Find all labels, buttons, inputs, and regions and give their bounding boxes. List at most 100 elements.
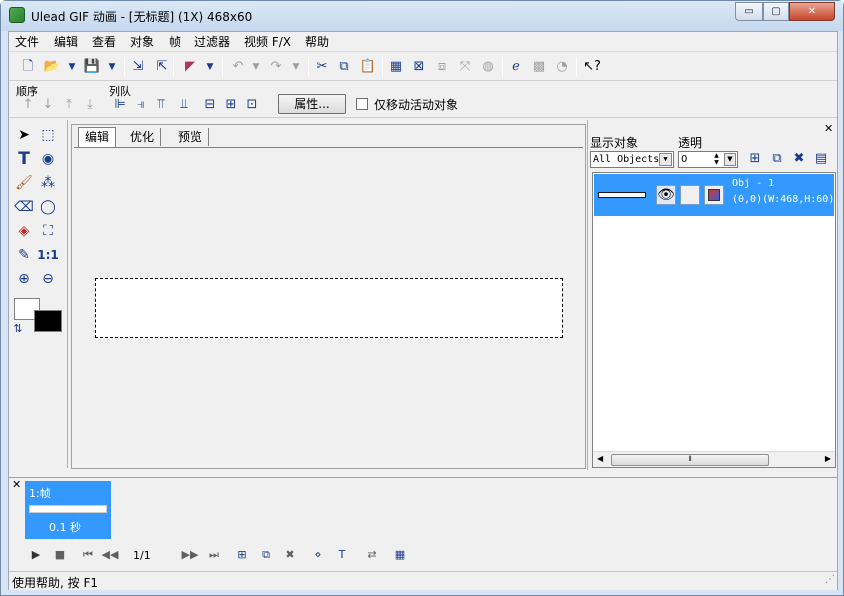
redo-icon[interactable]: ↷ bbox=[267, 58, 285, 76]
scrollbar-thumb[interactable]: ⦀ bbox=[611, 454, 769, 466]
tab-preview[interactable]: 预览 bbox=[172, 128, 210, 146]
duplicate-frame-icon[interactable]: ⧉ bbox=[257, 546, 275, 564]
import-icon[interactable]: ⇲ bbox=[129, 58, 147, 76]
center-vertical-icon[interactable]: ⊟ bbox=[201, 96, 219, 114]
redo-dropdown-icon[interactable]: ▼ bbox=[287, 58, 305, 76]
chevron-down-icon[interactable]: ▼ bbox=[659, 153, 672, 166]
resize-icon[interactable]: ⤧ bbox=[456, 58, 474, 76]
save-dropdown-icon[interactable]: ▼ bbox=[103, 58, 121, 76]
help-pointer-icon[interactable]: ↖? bbox=[583, 58, 601, 76]
send-backward-icon[interactable]: ↓ bbox=[39, 96, 57, 114]
text-tool-icon[interactable]: T bbox=[13, 148, 35, 170]
marquee-tool-icon[interactable]: ⬚ bbox=[37, 124, 59, 146]
first-frame-icon[interactable]: ⏮ bbox=[79, 546, 97, 564]
scroll-left-icon[interactable]: ◀ bbox=[597, 454, 603, 463]
actual-size-icon[interactable]: 1:1 bbox=[37, 244, 59, 266]
new-file-icon[interactable]: 🗋 bbox=[19, 58, 37, 76]
properties-button[interactable]: 属性... bbox=[278, 94, 346, 114]
export-icon[interactable]: ⇱ bbox=[153, 58, 171, 76]
color-tool-icon[interactable]: ◤ bbox=[181, 58, 199, 76]
paste-icon[interactable]: 📋 bbox=[359, 58, 377, 76]
delete-object-icon[interactable]: ✖ bbox=[790, 150, 808, 168]
reverse-frames-icon[interactable]: ⇄ bbox=[363, 546, 381, 564]
scroll-right-icon[interactable]: ▶ bbox=[825, 454, 831, 463]
align-top-icon[interactable]: ⫪ bbox=[152, 96, 170, 114]
previous-frame-icon[interactable]: ◀◀ bbox=[101, 546, 119, 564]
object-properties-icon[interactable]: ▤ bbox=[812, 150, 830, 168]
center-both-icon[interactable]: ⊡ bbox=[243, 96, 261, 114]
close-frame-panel-icon[interactable]: ✕ bbox=[12, 478, 21, 491]
title-bar[interactable]: Ulead GIF 动画 - [无标题] (1X) 468x60 ▭ ▢ ✕ bbox=[1, 1, 843, 31]
stop-icon[interactable]: ■ bbox=[51, 546, 69, 564]
swap-colors-icon[interactable]: ⇅ bbox=[11, 318, 25, 340]
zoom-out-icon[interactable]: ⊖ bbox=[37, 268, 59, 290]
tween-icon[interactable]: ⋄ bbox=[309, 546, 327, 564]
lock-toggle[interactable] bbox=[680, 185, 700, 205]
duplicate-icon[interactable]: ⧈ bbox=[433, 58, 451, 76]
color-dropdown-icon[interactable]: ▼ bbox=[201, 58, 219, 76]
menu-edit[interactable]: 编辑 bbox=[54, 34, 78, 50]
play-icon[interactable]: ▶ bbox=[27, 546, 45, 564]
undo-icon[interactable]: ↶ bbox=[229, 58, 247, 76]
zoom-in-icon[interactable]: ⊕ bbox=[13, 268, 35, 290]
tab-optimize[interactable]: 优化 bbox=[124, 128, 162, 146]
object-row[interactable]: 👁 Obj - 1 (0,0)(W:468,H:60) bbox=[594, 174, 834, 216]
menu-filter[interactable]: 过滤器 bbox=[194, 34, 230, 50]
transparency-stepper[interactable]: 0 ▲ ▼ ▼ bbox=[678, 151, 738, 168]
delete-frame-icon[interactable]: ✖ bbox=[281, 546, 299, 564]
eyedropper-tool-icon[interactable]: ✎ bbox=[13, 244, 35, 266]
menu-video-fx[interactable]: 视频 F/X bbox=[244, 34, 291, 50]
pick-tool-icon[interactable]: ➤ bbox=[13, 124, 35, 146]
next-frame-icon[interactable]: ▶▶ bbox=[181, 546, 199, 564]
close-panel-icon[interactable]: ✕ bbox=[824, 122, 833, 135]
bring-forward-icon[interactable]: ↑ bbox=[19, 96, 37, 114]
frame-properties-icon[interactable]: ▦ bbox=[387, 58, 405, 76]
align-left-icon[interactable]: ⊫ bbox=[111, 96, 129, 114]
align-bottom-icon[interactable]: ⫫ bbox=[175, 96, 193, 114]
close-button[interactable]: ✕ bbox=[789, 2, 835, 21]
menu-help[interactable]: 帮助 bbox=[305, 34, 329, 50]
delete-frame-icon[interactable]: ⊠ bbox=[410, 58, 428, 76]
chevron-down-icon[interactable]: ▼ bbox=[724, 153, 736, 166]
open-folder-icon[interactable]: 📂 bbox=[43, 58, 61, 76]
eraser-tool-icon[interactable]: ⌫ bbox=[13, 196, 35, 218]
bring-front-icon[interactable]: ⤒ bbox=[60, 96, 78, 114]
menu-file[interactable]: 文件 bbox=[15, 34, 39, 50]
move-active-only-checkbox[interactable] bbox=[356, 98, 368, 110]
object-filter-select[interactable]: All Objects ▼ bbox=[590, 151, 674, 168]
add-frame-icon[interactable]: ⊞ bbox=[233, 546, 251, 564]
copy-icon[interactable]: ⧉ bbox=[335, 58, 353, 76]
spinner-icon[interactable]: ▲ ▼ bbox=[710, 152, 723, 167]
browser-preview-icon[interactable]: ℯ bbox=[507, 58, 525, 76]
image-canvas[interactable] bbox=[95, 278, 563, 338]
optimize-icon[interactable]: ◍ bbox=[479, 58, 497, 76]
send-back-icon[interactable]: ⤓ bbox=[81, 96, 99, 114]
duplicate-object-icon[interactable]: ⧉ bbox=[768, 150, 786, 168]
save-icon[interactable]: 💾 bbox=[83, 58, 101, 76]
paintbrush-tool-icon[interactable]: 🖌 bbox=[13, 172, 35, 194]
add-object-icon[interactable]: ⊞ bbox=[746, 150, 764, 168]
lasso-tool-icon[interactable]: ◯ bbox=[37, 196, 59, 218]
menu-view[interactable]: 查看 bbox=[92, 34, 116, 50]
align-right-icon[interactable]: ⫣ bbox=[132, 96, 150, 114]
text-banner-icon[interactable]: T bbox=[333, 546, 351, 564]
magic-wand-tool-icon[interactable]: ⁂ bbox=[37, 172, 59, 194]
background-color-swatch[interactable] bbox=[34, 310, 62, 332]
object-list-scrollbar[interactable]: ◀ ⦀ ▶ bbox=[593, 451, 835, 467]
transform-tool-icon[interactable]: ◉ bbox=[37, 148, 59, 170]
crop-tool-icon[interactable]: ⛶ bbox=[37, 220, 59, 242]
last-frame-icon[interactable]: ⏭ bbox=[205, 546, 223, 564]
center-horizontal-icon[interactable]: ⊞ bbox=[222, 96, 240, 114]
resize-grip-icon[interactable]: ⋰ bbox=[825, 574, 835, 585]
open-dropdown-icon[interactable]: ▼ bbox=[63, 58, 81, 76]
maximize-button[interactable]: ▢ bbox=[763, 2, 789, 21]
frame-properties-icon[interactable]: ▦ bbox=[391, 546, 409, 564]
grid-icon[interactable]: ▩ bbox=[530, 58, 548, 76]
web-icon[interactable]: ◔ bbox=[553, 58, 571, 76]
menu-object[interactable]: 对象 bbox=[130, 34, 154, 50]
cut-icon[interactable]: ✂ bbox=[313, 58, 331, 76]
tab-edit[interactable]: 编辑 bbox=[78, 127, 117, 147]
undo-dropdown-icon[interactable]: ▼ bbox=[247, 58, 265, 76]
eye-icon[interactable]: 👁 bbox=[656, 185, 676, 205]
menu-frame[interactable]: 帧 bbox=[169, 34, 181, 50]
